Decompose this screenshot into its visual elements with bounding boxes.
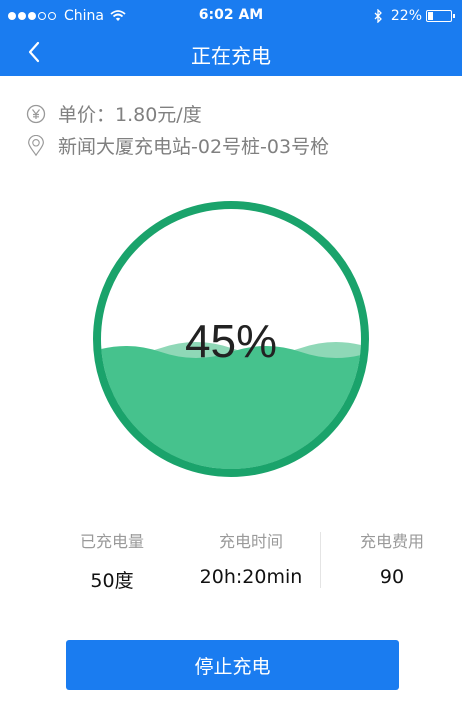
battery-icon (426, 10, 455, 22)
unit-price: 单价：1.80元/度 (58, 104, 202, 126)
station-location: 新闻大厦充电站-02号桩-03号枪 (58, 136, 330, 158)
stat-charged-energy: 已充电量 50度 (42, 528, 182, 593)
app-header: China 6:02 AM 22% 正在充电 (0, 0, 462, 76)
location-row: 新闻大厦充电站-02号桩-03号枪 (26, 132, 329, 159)
bluetooth-icon (374, 9, 382, 23)
stat-charging-time: 充电时间 20h:20min (181, 528, 321, 588)
stat-label: 已充电量 (79, 532, 144, 551)
stat-label: 充电时间 (218, 532, 283, 551)
stat-value: 90 (379, 566, 405, 588)
charge-percent: 45% (184, 315, 278, 367)
status-right: 22% (374, 8, 455, 24)
stat-label: 充电费用 (359, 532, 424, 551)
stats-divider (320, 532, 321, 588)
nav-bar: 正在充电 (0, 34, 462, 76)
price-row: 单价：1.80元/度 (26, 100, 202, 127)
stat-value: 20h:20min (199, 566, 303, 588)
charging-stats: 已充电量 50度 充电时间 20h:20min 充电费用 90 (0, 528, 462, 594)
status-bar: China 6:02 AM 22% (0, 0, 462, 32)
battery-percent: 22% (390, 8, 422, 24)
battery-fill (428, 12, 433, 20)
location-pin-icon (28, 134, 44, 156)
stat-value: 50度 (90, 570, 134, 592)
stat-charging-fee: 充电费用 90 (322, 528, 462, 588)
page-title: 正在充电 (191, 44, 271, 68)
yen-icon (26, 104, 46, 123)
stop-charging-button[interactable]: 停止充电 (66, 640, 399, 690)
